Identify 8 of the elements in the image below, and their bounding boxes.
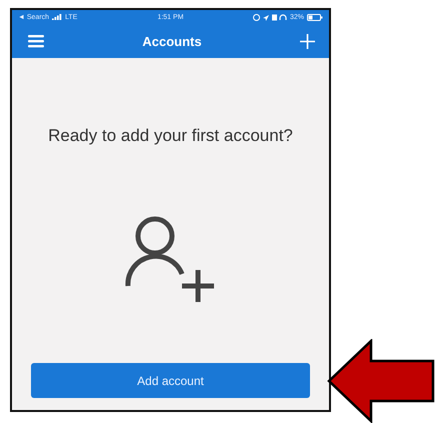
status-icons	[252, 14, 287, 20]
signal-icon	[52, 14, 62, 20]
empty-state-message: Ready to add your first account?	[48, 126, 293, 146]
add-account-button[interactable]: Add account	[31, 363, 310, 398]
menu-icon[interactable]	[28, 34, 44, 48]
battery-icon	[306, 14, 323, 20]
plus-icon[interactable]	[300, 34, 315, 48]
screen-title: Accounts	[142, 34, 202, 48]
